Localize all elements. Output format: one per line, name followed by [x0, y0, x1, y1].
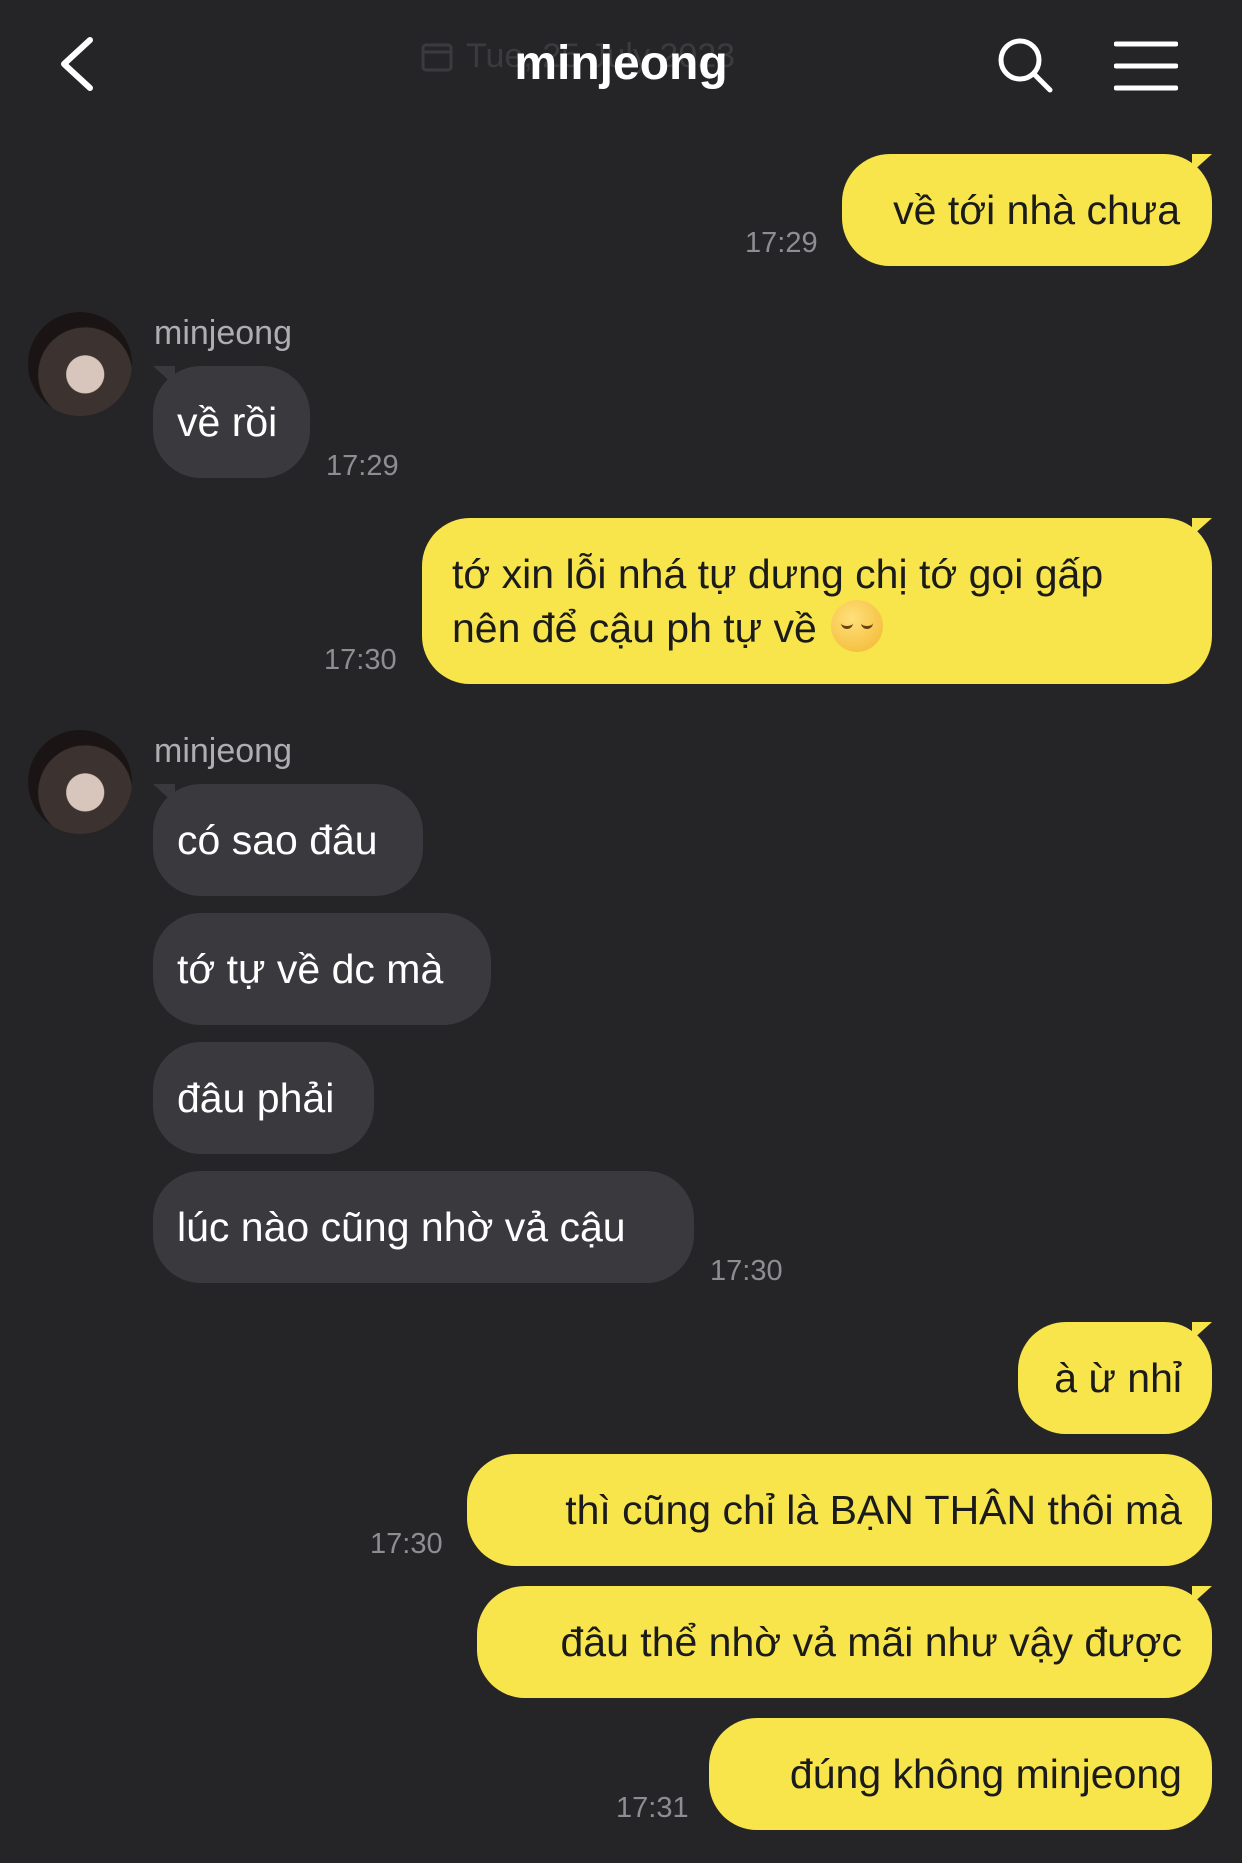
search-icon — [998, 38, 1053, 93]
message-text-line: nên để cậu ph tự về — [452, 600, 1172, 654]
message-bubble-outgoing[interactable]: đúng không minjeong — [709, 1718, 1212, 1830]
message-text: về tới nhà chưa — [893, 187, 1180, 233]
message-bubble-incoming[interactable]: về rồi — [153, 366, 310, 478]
message-time: 17:31 — [616, 1792, 689, 1824]
message-text: lúc nào cũng nhờ vả cậu — [177, 1204, 626, 1250]
message-bubble-outgoing[interactable]: à ừ nhỉ — [1018, 1322, 1212, 1434]
chat-title: minjeong — [514, 37, 728, 90]
message-text-line: tớ xin lỗi nhá tự dưng chị tớ gọi gấp — [452, 551, 1104, 597]
message-text: đâu thể nhờ vả mãi như vậy được — [560, 1619, 1183, 1665]
contact-name: minjeong — [154, 314, 292, 352]
message-bubble-incoming[interactable]: lúc nào cũng nhờ vả cậu — [153, 1171, 694, 1283]
message-bubble-incoming[interactable]: tớ tự về dc mà — [153, 913, 491, 1025]
message-time: 17:30 — [710, 1255, 783, 1287]
hamburger-menu-icon — [1113, 41, 1179, 91]
message-text: đâu phải — [177, 1075, 335, 1121]
message-time: 17:30 — [324, 644, 397, 676]
message-text: đúng không minjeong — [789, 1751, 1182, 1797]
contact-name: minjeong — [154, 732, 292, 770]
message-bubble-outgoing[interactable]: tớ xin lỗi nhá tự dưng chị tớ gọi gấp nê… — [422, 518, 1212, 684]
message-bubble-outgoing[interactable]: về tới nhà chưa — [842, 154, 1212, 266]
message-text: tớ tự về dc mà — [177, 946, 444, 992]
message-text: có sao đâu — [177, 817, 378, 863]
menu-button[interactable] — [1113, 40, 1179, 92]
message-bubble-incoming[interactable]: có sao đâu — [153, 784, 423, 896]
contact-avatar[interactable] — [28, 730, 132, 834]
chat-header: Tue, 25 July 2023 minjeong — [0, 0, 1242, 130]
message-time: 17:29 — [326, 450, 399, 482]
message-time: 17:30 — [370, 1528, 443, 1560]
message-time: 17:29 — [745, 227, 818, 259]
message-text: à ừ nhỉ — [1054, 1355, 1182, 1401]
message-bubble-incoming[interactable]: đâu phải — [153, 1042, 374, 1154]
message-bubble-outgoing[interactable]: thì cũng chỉ là BẠN THÂN thôi mà — [467, 1454, 1212, 1566]
contact-avatar[interactable] — [28, 312, 132, 416]
pensive-face-emoji — [830, 600, 883, 652]
message-bubble-outgoing[interactable]: đâu thể nhờ vả mãi như vậy được — [477, 1586, 1212, 1698]
message-text: thì cũng chỉ là BẠN THÂN thôi mà — [565, 1487, 1182, 1533]
message-text: về rồi — [177, 399, 278, 445]
search-button[interactable] — [996, 36, 1054, 94]
